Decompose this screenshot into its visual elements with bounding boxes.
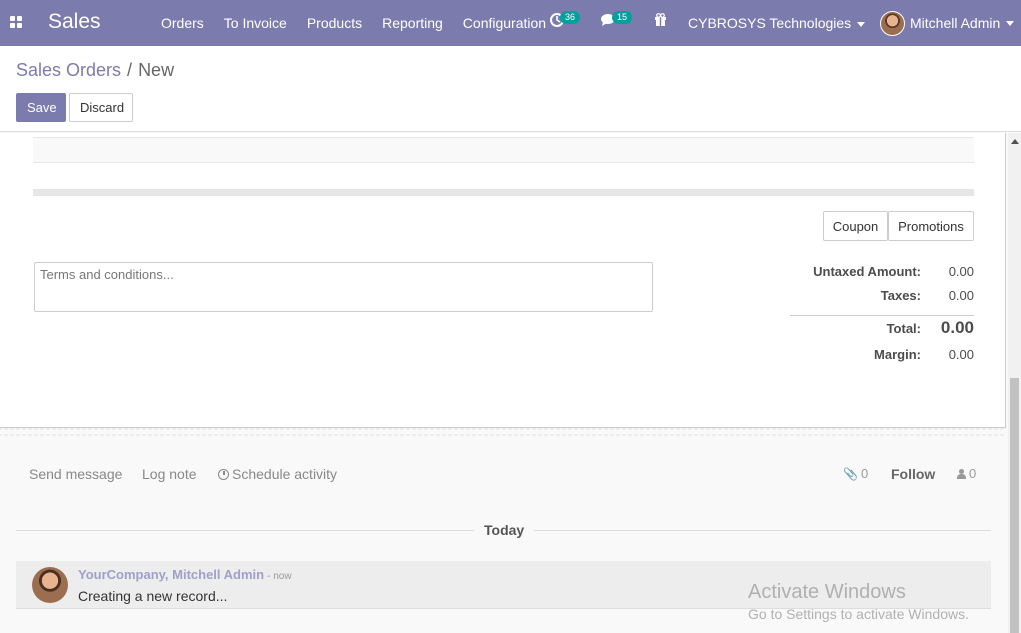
vertical-scrollbar[interactable]	[1008, 133, 1021, 633]
message-author[interactable]: YourCompany, Mitchell Admin - now	[78, 567, 292, 582]
message-time: - now	[267, 571, 292, 582]
taxes-value: 0.00	[948, 288, 974, 303]
company-switcher[interactable]: CYBROSYS Technologies	[688, 0, 866, 46]
totals-divider	[790, 315, 974, 316]
user-name: Mitchell Admin	[910, 15, 1001, 31]
menu-item-orders[interactable]: Orders	[151, 0, 214, 46]
breadcrumb-sales-orders[interactable]: Sales Orders	[16, 60, 121, 80]
control-panel: Sales Orders / New Save Discard	[0, 46, 1021, 132]
untaxed-amount-label: Untaxed Amount:	[813, 264, 921, 279]
attachment-count: 0	[860, 466, 869, 481]
menu-item-reporting[interactable]: Reporting	[372, 0, 453, 46]
paperclip-icon: 📎	[843, 467, 858, 481]
messaging-icon[interactable]: 15	[600, 11, 633, 30]
schedule-activity-button[interactable]: Schedule activity	[218, 466, 337, 482]
menu-item-configuration[interactable]: Configuration	[453, 0, 556, 46]
top-navbar: Sales Orders To Invoice Products Reporti…	[0, 0, 1021, 46]
activity-icon[interactable]: 36	[550, 11, 581, 30]
promotions-button[interactable]: Promotions	[888, 211, 974, 241]
windows-activation-title: Activate Windows	[748, 581, 906, 603]
terms-and-conditions-input[interactable]	[34, 262, 653, 312]
activity-count-badge: 36	[560, 11, 581, 24]
order-lines-row	[33, 137, 974, 163]
avatar	[880, 10, 905, 36]
breadcrumb-separator: /	[127, 60, 133, 80]
menu-item-to-invoice[interactable]: To Invoice	[214, 0, 297, 46]
date-separator-label: Today	[474, 522, 535, 538]
untaxed-amount-value: 0.00	[948, 264, 974, 279]
total-label: Total:	[886, 321, 921, 336]
scroll-up-icon[interactable]	[1011, 139, 1019, 144]
user-icon	[957, 469, 966, 479]
windows-activation-subtitle: Go to Settings to activate Windows.	[748, 606, 969, 622]
margin-row: Margin: 0.00	[790, 347, 974, 371]
margin-value: 0.00	[948, 347, 974, 362]
coupon-button[interactable]: Coupon	[823, 211, 888, 241]
message-author-name: YourCompany, Mitchell Admin	[78, 567, 265, 582]
breadcrumb: Sales Orders / New	[16, 60, 174, 81]
margin-label: Margin:	[874, 347, 921, 362]
scrollbar-thumb[interactable]	[1010, 378, 1019, 633]
schedule-activity-label: Schedule activity	[232, 466, 338, 482]
log-note-button[interactable]: Log note	[142, 466, 197, 482]
follower-count: 0	[969, 466, 977, 481]
message-body: Creating a new record...	[78, 588, 228, 604]
app-name[interactable]: Sales	[48, 10, 101, 34]
chevron-down-icon	[1006, 20, 1015, 26]
apps-menu-icon[interactable]	[10, 16, 23, 29]
followers-button[interactable]: 0	[957, 466, 976, 481]
untaxed-amount-row: Untaxed Amount: 0.00	[790, 264, 974, 288]
user-menu[interactable]: Mitchell Admin	[880, 0, 1015, 46]
main-menu: Orders To Invoice Products Reporting Con…	[151, 0, 556, 46]
message-count-badge: 15	[612, 11, 633, 24]
clock-icon	[218, 469, 229, 480]
chevron-down-icon	[857, 21, 866, 27]
total-row: Total: 0.00	[790, 318, 974, 345]
discard-button[interactable]: Discard	[69, 93, 133, 122]
order-lines-footer	[33, 189, 974, 196]
send-message-button[interactable]: Send message	[29, 466, 122, 482]
order-totals: Untaxed Amount: 0.00 Taxes: 0.00 Total: …	[790, 264, 974, 371]
follow-button[interactable]: Follow	[891, 466, 935, 482]
company-name: CYBROSYS Technologies	[688, 15, 852, 31]
taxes-row: Taxes: 0.00	[790, 288, 974, 312]
form-sheet: Coupon Promotions Untaxed Amount: 0.00 T…	[0, 133, 1006, 428]
avatar[interactable]	[32, 567, 68, 603]
save-button[interactable]: Save	[16, 93, 66, 122]
taxes-label: Taxes:	[880, 288, 921, 303]
total-value: 0.00	[940, 318, 974, 337]
menu-item-products[interactable]: Products	[297, 0, 372, 46]
sheet-tear-edge	[0, 428, 1006, 440]
gift-icon[interactable]	[654, 13, 667, 29]
attachments-button[interactable]: 📎 0	[843, 466, 868, 481]
breadcrumb-current: New	[138, 60, 175, 80]
